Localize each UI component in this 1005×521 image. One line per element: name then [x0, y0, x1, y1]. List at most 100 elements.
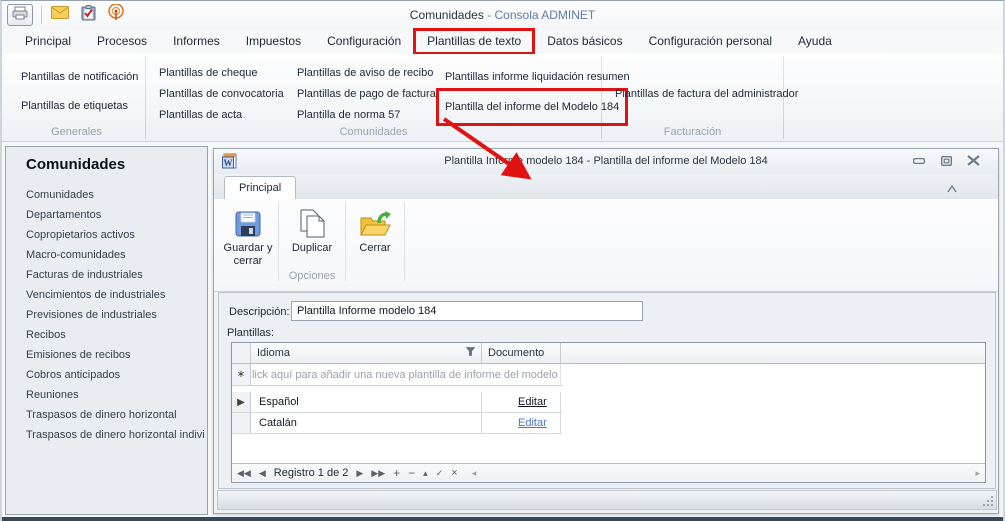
grid-header: Idioma Documento [232, 343, 985, 364]
dialog-toolbar: Guardar y cerrar Duplicar Opciones Cerra… [214, 199, 998, 292]
add-record-button[interactable]: + [393, 466, 400, 480]
tab-principal[interactable]: Principal [12, 29, 84, 54]
last-record-button[interactable]: ▶▶ [371, 468, 385, 479]
filter-icon[interactable] [465, 347, 476, 359]
table-row-catalan[interactable]: Catalán Editar [232, 413, 562, 434]
prev-record-button[interactable]: ◀ [259, 468, 266, 479]
close-label: Cerrar [359, 242, 391, 254]
column-header-documento[interactable]: Documento [482, 343, 561, 363]
ribbon-item-plantillas-acta[interactable]: Plantillas de acta [154, 104, 247, 125]
tab-configuracion[interactable]: Configuración [314, 29, 414, 54]
scroll-right-button[interactable]: ▸ [975, 468, 980, 479]
cell-idioma: Español [251, 392, 482, 412]
next-record-button[interactable]: ▶ [356, 468, 363, 479]
sidebar-item-departamentos[interactable]: Departamentos [6, 205, 207, 225]
edit-record-button[interactable]: ▴ [423, 468, 428, 479]
editar-link[interactable]: Editar [504, 417, 547, 429]
save-and-close-label: Guardar y cerrar [223, 242, 273, 267]
sidebar-title: Comunidades [26, 156, 126, 173]
ribbon-group-label-comunidades: Comunidades [339, 126, 408, 138]
templates-label: Plantillas: [227, 327, 275, 339]
grid-empty-area [232, 434, 985, 463]
window-title-main: Comunidades [409, 8, 484, 22]
sidebar-item-cobros-anticipados[interactable]: Cobros anticipados [6, 365, 207, 385]
save-and-close-button[interactable]: Guardar y cerrar [218, 199, 278, 291]
ribbon-group-label-facturacion: Facturación [663, 126, 722, 138]
ribbon-item-factura-administrador[interactable]: Plantillas de factura del administrador [610, 64, 803, 124]
cell-idioma: Catalán [251, 413, 482, 433]
new-row-marker: ∗ [232, 364, 251, 385]
accept-changes-button[interactable]: ✓ [436, 468, 444, 479]
sidebar-item-comunidades[interactable]: Comunidades [6, 185, 207, 205]
ribbon-item-plantillas-notificacion[interactable]: Plantillas de notificación [16, 66, 143, 87]
window-title: Comunidades - Consola ADMINET [2, 8, 1003, 22]
close-icon[interactable] [966, 154, 980, 167]
ribbon-item-plantillas-convocatoria[interactable]: Plantillas de convocatoria [154, 83, 289, 104]
ribbon-group-generales: Plantillas de notificación Plantillas de… [8, 54, 145, 141]
ribbon-item-aviso-recibo[interactable]: Plantillas de aviso de recibo [292, 62, 438, 83]
column-header-idioma[interactable]: Idioma [251, 343, 482, 363]
tab-impuestos[interactable]: Impuestos [233, 29, 314, 54]
duplicate-button[interactable]: Duplicar Opciones [279, 199, 345, 291]
sidebar-item-macro-comunidades[interactable]: Macro-comunidades [6, 245, 207, 265]
ribbon-item-plantillas-etiquetas[interactable]: Plantillas de etiquetas [16, 95, 133, 116]
sidebar-item-traspasos-horizontal[interactable]: Traspasos de dinero horizontal [6, 405, 207, 425]
tab-datos-basicos[interactable]: Datos básicos [534, 29, 635, 54]
ribbon-content: Plantillas de notificación Plantillas de… [2, 54, 1003, 142]
sidebar-item-reuniones[interactable]: Reuniones [6, 385, 207, 405]
record-navigator: ◀◀ ◀ Registro 1 de 2 ▶ ▶▶ + − ▴ ✓ × ◂ ▸ [232, 463, 985, 482]
dialog-titlebar[interactable]: W Plantilla Informe modelo 184 - Plantil… [214, 149, 998, 174]
dialog-title: Plantilla Informe modelo 184 - Plantilla… [444, 155, 768, 167]
cell-documento: Editar [482, 413, 561, 433]
main-titlebar: Comunidades - Consola ADMINET [2, 1, 1003, 29]
editar-link[interactable]: Editar [504, 396, 547, 408]
sidebar-item-facturas-industriales[interactable]: Facturas de industriales [6, 265, 207, 285]
template-editor-dialog: W Plantilla Informe modelo 184 - Plantil… [213, 148, 999, 514]
sidebar-item-recibos[interactable]: Recibos [6, 325, 207, 345]
description-input[interactable] [291, 301, 643, 321]
sidebar-item-copropietarios-activos[interactable]: Copropietarios activos [6, 225, 207, 245]
tab-configuracion-personal[interactable]: Configuración personal [636, 29, 785, 54]
ribbon-item-pago-factura[interactable]: Plantillas de pago de factura [292, 83, 441, 104]
scroll-left-button[interactable]: ◂ [472, 468, 477, 479]
grid-indicator-header [232, 343, 251, 363]
grid-new-row[interactable]: ∗ Click aquí para añadir una nueva plant… [232, 364, 562, 386]
ribbon-tabstrip: Principal Procesos Informes Impuestos Co… [12, 28, 845, 55]
grid-header-filler [561, 343, 985, 363]
sidebar-item-emisiones-recibos[interactable]: Emisiones de recibos [6, 345, 207, 365]
restore-button[interactable] [939, 154, 953, 167]
delete-record-button[interactable]: − [408, 466, 415, 480]
dialog-tab-principal[interactable]: Principal [224, 176, 297, 199]
ribbon-group-comunidades: Plantillas de cheque Plantillas de convo… [146, 54, 630, 141]
ribbon-item-informe-modelo-184[interactable]: Plantilla del informe del Modelo 184 [435, 88, 629, 126]
templates-grid: Idioma Documento ∗ Click aquí para añadi… [231, 342, 986, 483]
ribbon-group-label-generales: Generales [51, 126, 102, 138]
adminet-console-window: Comunidades - Consola ADMINET Principal … [0, 0, 1005, 521]
cancel-changes-button[interactable]: × [451, 467, 457, 479]
column-header-documento-label: Documento [488, 347, 545, 359]
first-record-button[interactable]: ◀◀ [237, 468, 251, 479]
sidebar-comunidades: Comunidades Comunidades Departamentos Co… [5, 146, 208, 515]
sidebar-item-previsiones-industriales[interactable]: Previsiones de industriales [6, 305, 207, 325]
dialog-tabstrip: Principal [214, 174, 998, 199]
tab-ayuda[interactable]: Ayuda [785, 29, 845, 54]
sidebar-item-traspasos-horizontal-indiv[interactable]: Traspasos de dinero horizontal indivi [6, 425, 207, 445]
cell-documento: Editar [482, 392, 561, 412]
record-count-label: Registro 1 de 2 [273, 467, 349, 479]
sidebar-item-vencimientos-industriales[interactable]: Vencimientos de industriales [6, 285, 207, 305]
save-icon [233, 206, 263, 242]
ribbon-item-plantillas-cheque[interactable]: Plantillas de cheque [154, 62, 262, 83]
row-indicator: ▶ [232, 392, 251, 412]
tab-informes[interactable]: Informes [160, 29, 233, 54]
collapse-ribbon-icon[interactable] [946, 181, 958, 199]
close-button[interactable]: Cerrar [346, 199, 404, 291]
ribbon-item-norma-57[interactable]: Plantilla de norma 57 [292, 104, 405, 125]
description-label: Descripción: [229, 306, 290, 318]
tab-procesos[interactable]: Procesos [84, 29, 160, 54]
table-row-espanol[interactable]: ▶ Español Editar [232, 392, 562, 413]
toolbar-group-label: Opciones [288, 270, 336, 282]
column-header-idioma-label: Idioma [257, 347, 291, 359]
tab-plantillas-de-texto[interactable]: Plantillas de texto [413, 28, 536, 55]
resize-grip[interactable] [983, 496, 993, 506]
minimize-button[interactable] [912, 154, 926, 167]
